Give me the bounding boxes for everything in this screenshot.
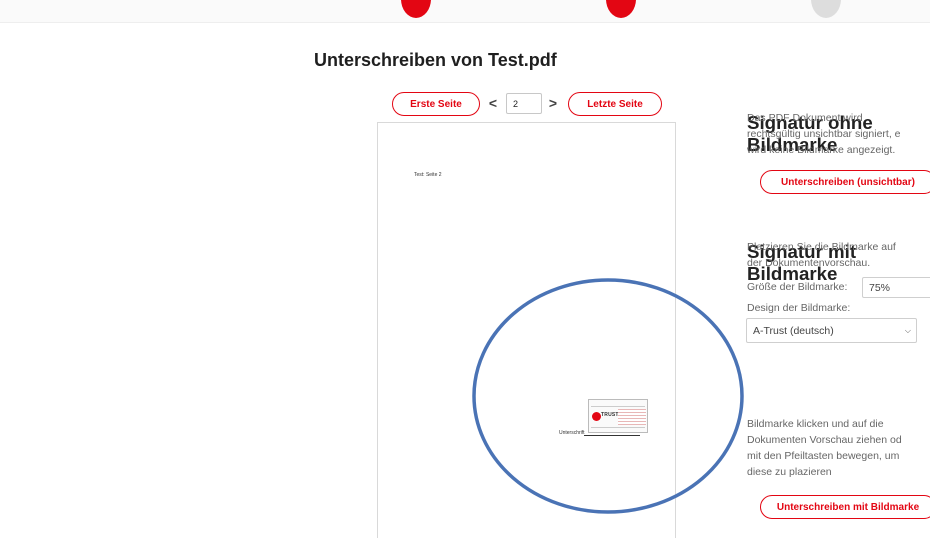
signature-label: Unterschrift	[559, 430, 585, 436]
stamp-size-label: Größe der Bildmarke:	[747, 281, 848, 293]
invisible-signature-description: Das PDF Dokument wird rechtsgültig unsic…	[747, 110, 901, 158]
description-line: rechtsgültig unsichtbar signiert, e	[747, 128, 901, 140]
page-number-input[interactable]	[506, 93, 542, 114]
description-line: der Dokumentenvorschau.	[747, 257, 871, 269]
chevron-left-icon[interactable]: <	[486, 93, 500, 113]
progress-stepper	[0, 0, 930, 23]
step-indicator-1	[401, 0, 431, 18]
sign-invisible-button[interactable]: Unterschreiben (unsichtbar)	[760, 170, 930, 194]
last-page-button[interactable]: Letzte Seite	[568, 92, 662, 116]
hint-line: Dokumenten Vorschau ziehen od	[747, 434, 902, 446]
stamp-design-select[interactable]: A-Trust (deutsch) ⌵	[746, 318, 917, 343]
step-indicator-2	[606, 0, 636, 18]
stamp-footer	[591, 427, 645, 431]
stamp-design-value: A-Trust (deutsch)	[753, 324, 834, 337]
stamp-header	[591, 402, 645, 407]
hint-line: diese zu plazieren	[747, 466, 832, 478]
page-title: Unterschreiben von Test.pdf	[314, 50, 557, 70]
stamp-logo-text: TRUST	[601, 412, 619, 418]
first-page-button[interactable]: Erste Seite	[392, 92, 480, 116]
sign-with-stamp-button[interactable]: Unterschreiben mit Bildmarke	[760, 495, 930, 519]
document-preview[interactable]: Test: Seite 2 TRUST Unterschrift	[377, 122, 676, 538]
stamp-size-value: 75%	[869, 281, 891, 294]
stamp-design-label: Design der Bildmarke:	[747, 302, 851, 314]
a-trust-logo-icon	[592, 412, 601, 421]
signature-stamp[interactable]: TRUST	[588, 399, 648, 433]
signing-page: Unterschreiben von Test.pdf Erste Seite …	[0, 0, 930, 538]
drag-hint: Bildmarke klicken und auf die Dokumenten…	[747, 416, 902, 480]
signature-line	[584, 435, 640, 436]
hint-line: Bildmarke klicken und auf die	[747, 418, 884, 430]
description-line: wird keine Bildmarke angezeigt.	[747, 144, 896, 156]
description-line: Platzieren Sie die Bildmarke auf	[747, 241, 896, 253]
stamp-size-select[interactable]: 75% ⌵	[862, 277, 930, 298]
hint-line: mit den Pfeiltasten bewegen, um	[747, 450, 900, 462]
step-indicator-3	[811, 0, 841, 18]
pdf-page-text: Test: Seite 2	[414, 172, 442, 178]
chevron-right-icon[interactable]: >	[546, 93, 560, 113]
visible-signature-description: Platzieren Sie die Bildmarke auf der Dok…	[747, 239, 896, 271]
description-line: Das PDF Dokument wird	[747, 112, 863, 124]
chevron-down-icon: ⌵	[904, 325, 911, 335]
stamp-info-lines	[618, 409, 646, 425]
